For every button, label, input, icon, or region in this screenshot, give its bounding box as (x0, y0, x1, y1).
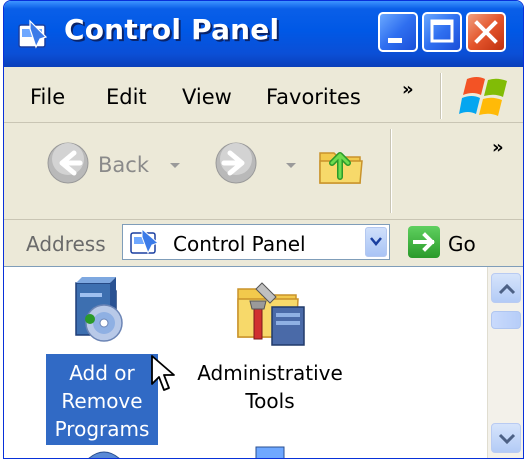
address-value: Control Panel (173, 232, 306, 256)
minimize-button[interactable] (378, 12, 418, 52)
administrative-tools-icon[interactable] (232, 273, 310, 349)
maximize-button[interactable] (422, 12, 462, 52)
forward-dropdown-icon[interactable] (286, 163, 296, 168)
minimize-icon (388, 38, 402, 43)
menu-view[interactable]: View (182, 85, 232, 109)
windows-logo-icon (459, 77, 507, 116)
toolbar-separator (390, 129, 392, 213)
add-remove-programs-label-line2[interactable]: Remove (52, 389, 152, 413)
forward-arrow-icon[interactable] (214, 141, 258, 185)
toolbar-overflow-chevron[interactable]: » (492, 137, 504, 158)
vertical-scrollbar[interactable] (487, 267, 523, 458)
go-label[interactable]: Go (448, 232, 476, 256)
menu-favorites[interactable]: Favorites (266, 85, 361, 109)
add-remove-programs-icon[interactable] (66, 275, 134, 347)
partial-icon (88, 451, 120, 458)
administrative-tools-label-line2[interactable]: Tools (230, 389, 310, 413)
menu-bar: File Edit View Favorites » (4, 67, 523, 123)
chevron-down-icon (370, 237, 382, 246)
chevron-down-icon (498, 433, 516, 445)
maximize-icon (430, 19, 454, 43)
window-title: Control Panel (64, 13, 280, 46)
add-remove-programs-label-line3[interactable]: Programs (46, 417, 158, 441)
menu-separator (440, 73, 442, 119)
mouse-cursor-icon (151, 355, 175, 391)
standard-toolbar: Back » (4, 123, 523, 220)
control-panel-icon (130, 227, 159, 255)
go-button[interactable] (408, 226, 440, 258)
address-input[interactable]: Control Panel (122, 224, 390, 260)
back-dropdown-icon[interactable] (170, 163, 180, 168)
control-panel-icon (18, 19, 48, 49)
scroll-up-button[interactable] (491, 273, 521, 303)
close-button[interactable] (466, 12, 506, 52)
address-dropdown-button[interactable] (365, 227, 387, 257)
address-label: Address (26, 232, 106, 256)
back-arrow-icon[interactable] (46, 141, 90, 185)
add-remove-programs-label-line1[interactable]: Add or (64, 361, 140, 385)
scroll-down-button[interactable] (491, 423, 521, 453)
control-panel-window: Control Panel File Edit View Favorites » (3, 0, 524, 459)
go-arrow-icon (413, 232, 435, 252)
close-icon (474, 20, 498, 44)
title-bar[interactable]: Control Panel (4, 1, 523, 67)
menu-edit[interactable]: Edit (106, 85, 147, 109)
administrative-tools-label-line1[interactable]: Administrative (190, 361, 350, 385)
partial-icon (255, 446, 285, 458)
menu-overflow-chevron[interactable]: » (402, 79, 414, 100)
menu-file[interactable]: File (30, 85, 65, 109)
up-folder-icon[interactable] (316, 137, 366, 189)
back-label[interactable]: Back (98, 153, 149, 177)
content-pane: Add or Remove Programs Administrative To… (4, 267, 487, 458)
chevron-up-icon (498, 283, 516, 295)
address-bar: Address Control Panel Go (4, 220, 523, 267)
scroll-thumb[interactable] (491, 311, 521, 329)
